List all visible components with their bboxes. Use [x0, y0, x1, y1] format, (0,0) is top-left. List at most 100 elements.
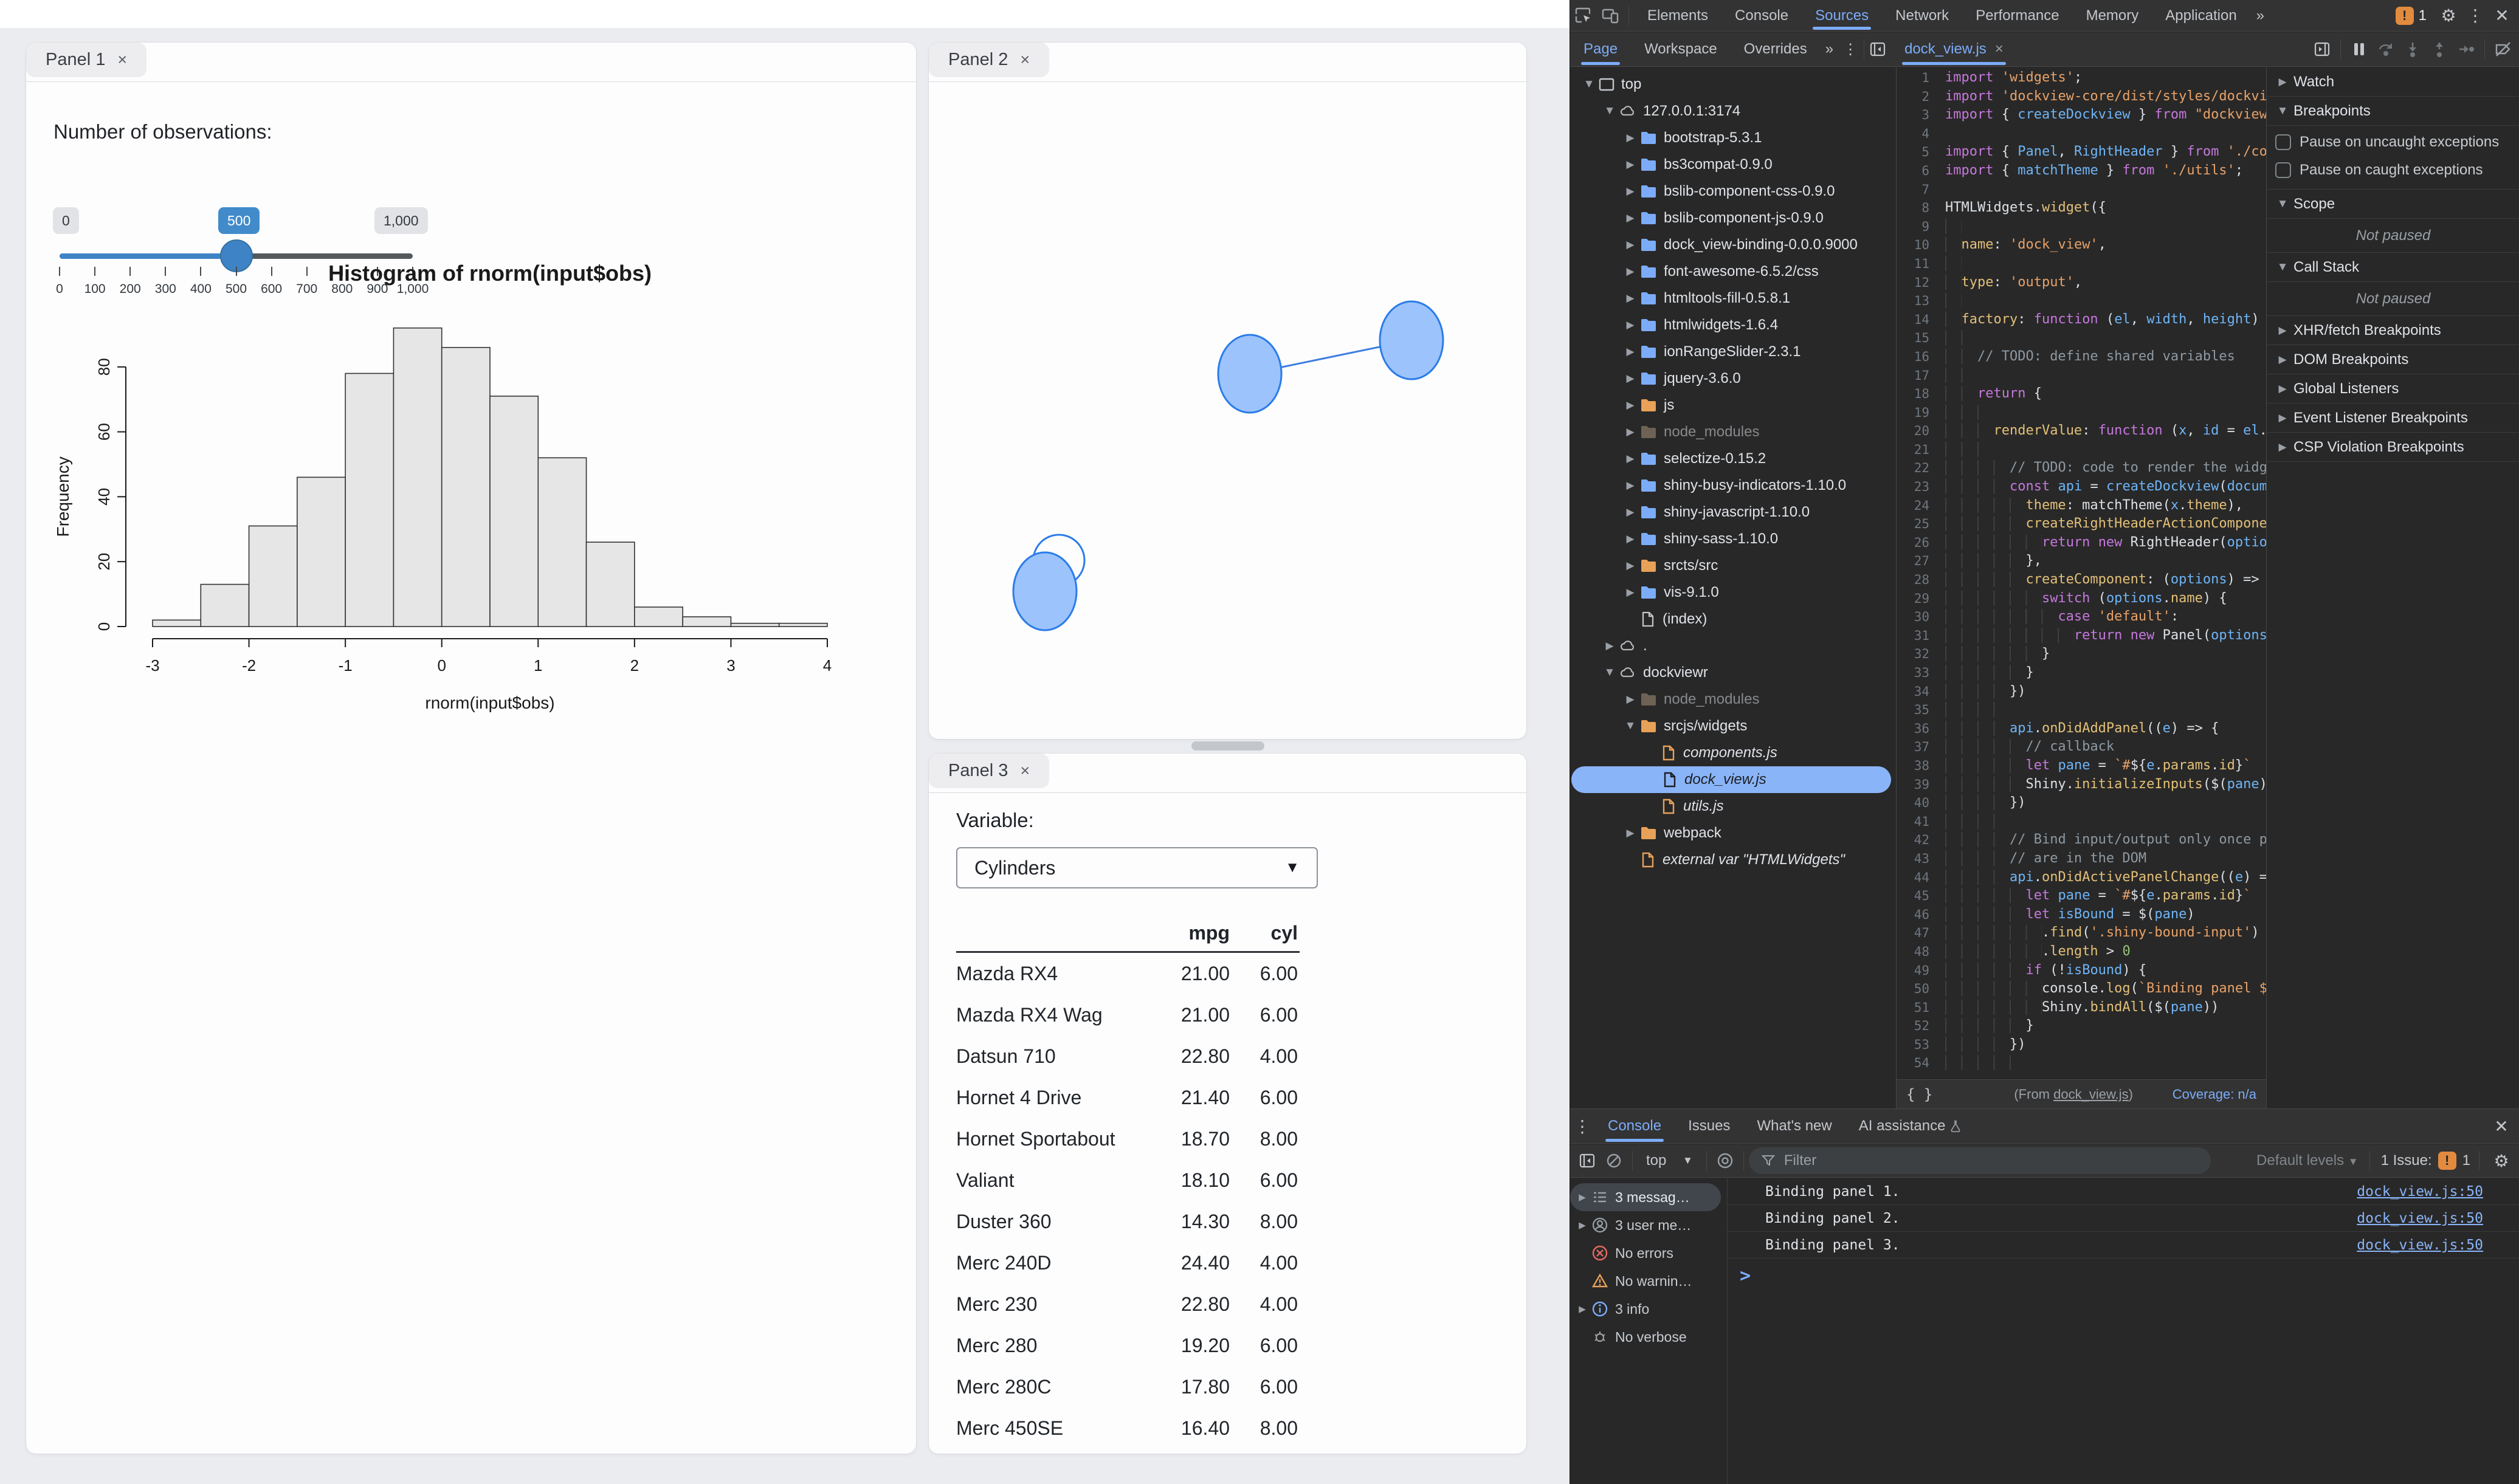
tree-item-127-0-0-1-3174[interactable]: ▼127.0.0.1:3174 [1570, 98, 1896, 125]
line-number[interactable]: 19 [1897, 404, 1945, 422]
chevron-down-icon[interactable]: ▼ [2274, 198, 2291, 211]
sourcemap-file-link[interactable]: dock_view.js [2053, 1087, 2129, 1102]
line-number[interactable]: 8 [1897, 199, 1945, 218]
tree-item-font-awesome-6-5-2-css[interactable]: ▶font-awesome-6.5.2/css [1570, 258, 1896, 285]
issues-indicator[interactable]: ! 1 [2396, 7, 2427, 25]
file-tab-dock-view-js[interactable]: dock_view.js × [1891, 32, 2017, 66]
chevron-down-icon[interactable]: ▼ [1580, 78, 1598, 91]
chevron-right-icon[interactable]: ▶ [1621, 185, 1639, 198]
sidebar-section-global-listeners[interactable]: ▶Global Listeners [2267, 374, 2519, 404]
close-icon[interactable]: ✕ [2489, 2, 2515, 29]
chevron-right-icon[interactable]: ▶ [1621, 399, 1639, 411]
line-number[interactable]: 28 [1897, 571, 1945, 589]
step-out-icon[interactable] [2426, 36, 2453, 63]
tab-memory[interactable]: Memory [2073, 0, 2152, 31]
line-number[interactable]: 3 [1897, 106, 1945, 125]
checkbox[interactable] [2275, 162, 2291, 178]
chevron-right-icon[interactable]: ▶ [1621, 479, 1639, 492]
dock-splitter-handle[interactable] [1191, 741, 1264, 751]
panel-2-tab[interactable]: Panel 2 × [929, 43, 1049, 77]
tree-item--index-[interactable]: (index) [1570, 606, 1896, 633]
chevron-down-icon[interactable]: ▼ [2274, 105, 2291, 118]
tree-item-top[interactable]: ▼top [1570, 71, 1896, 98]
tree-item-srcts-src[interactable]: ▶srcts/src [1570, 552, 1896, 579]
tree-item-webpack[interactable]: ▶webpack [1570, 820, 1896, 847]
line-number[interactable]: 50 [1897, 980, 1945, 998]
tree-item-bslib-component-css-0-9-0[interactable]: ▶bslib-component-css-0.9.0 [1570, 178, 1896, 205]
chevron-right-icon[interactable]: ▶ [1621, 506, 1639, 518]
line-number[interactable]: 18 [1897, 385, 1945, 404]
console-message-source-link[interactable]: dock_view.js:50 [2357, 1237, 2483, 1253]
tree-item-shiny-javascript-1-10-0[interactable]: ▶shiny-javascript-1.10.0 [1570, 499, 1896, 526]
line-number[interactable]: 51 [1897, 998, 1945, 1017]
line-number[interactable]: 35 [1897, 701, 1945, 720]
console-filter-no-verbose[interactable]: No verbose [1570, 1323, 1727, 1351]
line-number[interactable]: 23 [1897, 478, 1945, 496]
tree-item-htmltools-fill-0-5-8-1[interactable]: ▶htmltools-fill-0.5.8.1 [1570, 285, 1896, 312]
drawer-tab-console[interactable]: Console [1594, 1109, 1675, 1143]
tree-item-bs3compat-0-9-0[interactable]: ▶bs3compat-0.9.0 [1570, 151, 1896, 178]
line-number[interactable]: 43 [1897, 850, 1945, 868]
pretty-print-icon[interactable]: { } [1906, 1086, 1932, 1103]
tree-item-shiny-sass-1-10-0[interactable]: ▶shiny-sass-1.10.0 [1570, 526, 1896, 552]
line-number[interactable]: 17 [1897, 366, 1945, 385]
tree-item-ionrangeslider-2-3-1[interactable]: ▶ionRangeSlider-2.3.1 [1570, 338, 1896, 365]
console-filter-no-errors[interactable]: No errors [1570, 1239, 1727, 1267]
line-number[interactable]: 42 [1897, 831, 1945, 850]
line-number[interactable]: 45 [1897, 887, 1945, 905]
pause-script-icon[interactable] [2346, 36, 2373, 63]
line-number[interactable]: 12 [1897, 273, 1945, 292]
sidebar-section-watch[interactable]: ▶Watch [2267, 67, 2519, 97]
console-filter-no-warnin-[interactable]: No warnin… [1570, 1267, 1727, 1295]
chevron-right-icon[interactable]: ▶ [2274, 76, 2291, 88]
chevron-right-icon[interactable]: ▶ [1621, 453, 1639, 465]
chevron-right-icon[interactable]: ▶ [1621, 239, 1639, 251]
sidebar-section-csp-violation-breakpoints[interactable]: ▶CSP Violation Breakpoints [2267, 433, 2519, 462]
line-number[interactable]: 46 [1897, 905, 1945, 924]
line-number[interactable]: 36 [1897, 720, 1945, 738]
tree-item-components-js[interactable]: components.js [1570, 740, 1896, 766]
navigator-tab-workspace[interactable]: Workspace [1631, 32, 1731, 66]
chevron-right-icon[interactable]: ▶ [1621, 827, 1639, 839]
line-number[interactable]: 41 [1897, 812, 1945, 831]
sidebar-section-dom-breakpoints[interactable]: ▶DOM Breakpoints [2267, 345, 2519, 374]
line-number[interactable]: 29 [1897, 589, 1945, 608]
variable-select[interactable]: Cylinders ▼ [956, 847, 1318, 888]
line-number[interactable]: 9 [1897, 218, 1945, 236]
more-navigator-tabs-button[interactable]: » [1821, 32, 1838, 66]
line-number[interactable]: 40 [1897, 794, 1945, 812]
context-selector[interactable]: top ▼ [1638, 1144, 1701, 1177]
console-filter-3-info[interactable]: ▶3 info [1570, 1295, 1727, 1323]
console-prompt[interactable]: > [1728, 1259, 2519, 1293]
checkbox-pause-on-caught-exceptions[interactable]: Pause on caught exceptions [2267, 156, 2519, 184]
device-toolbar-icon[interactable] [1597, 2, 1624, 29]
tab-elements[interactable]: Elements [1634, 0, 1721, 31]
tree-item-selectize-0-15-2[interactable]: ▶selectize-0.15.2 [1570, 445, 1896, 472]
chevron-right-icon[interactable]: ▶ [1621, 319, 1639, 331]
line-number[interactable]: 34 [1897, 682, 1945, 701]
network-node-1[interactable] [1218, 335, 1281, 413]
line-number[interactable]: 13 [1897, 292, 1945, 311]
chevron-right-icon[interactable]: ▶ [1576, 1220, 1588, 1231]
chevron-right-icon[interactable]: ▶ [2274, 412, 2291, 424]
panel-3-tab[interactable]: Panel 3 × [929, 754, 1049, 788]
tree-item--[interactable]: ▶. [1570, 633, 1896, 659]
panel-1-tab[interactable]: Panel 1 × [26, 43, 146, 77]
drawer-tab-ai-assistance[interactable]: AI assistance [1845, 1109, 1976, 1143]
file-tab-close-icon[interactable]: × [1995, 41, 2004, 58]
console-message-source-link[interactable]: dock_view.js:50 [2357, 1184, 2483, 1200]
navigator-tab-overrides[interactable]: Overrides [1731, 32, 1821, 66]
chevron-right-icon[interactable]: ▶ [2274, 325, 2291, 337]
tree-item-bootstrap-5-3-1[interactable]: ▶bootstrap-5.3.1 [1570, 125, 1896, 151]
line-number[interactable]: 49 [1897, 961, 1945, 980]
collapse-navigator-icon[interactable] [1864, 36, 1891, 63]
checkbox-pause-on-uncaught-exceptions[interactable]: Pause on uncaught exceptions [2267, 128, 2519, 156]
show-debugger-sidebar-icon[interactable] [2309, 36, 2335, 63]
console-messages[interactable]: Binding panel 1.dock_view.js:50Binding p… [1728, 1178, 2519, 1484]
chevron-right-icon[interactable]: ▶ [1621, 266, 1639, 278]
line-number[interactable]: 47 [1897, 924, 1945, 943]
sidebar-section-xhr-fetch-breakpoints[interactable]: ▶XHR/fetch Breakpoints [2267, 316, 2519, 345]
line-number[interactable]: 10 [1897, 236, 1945, 255]
line-number[interactable]: 33 [1897, 664, 1945, 682]
line-number[interactable]: 14 [1897, 311, 1945, 329]
